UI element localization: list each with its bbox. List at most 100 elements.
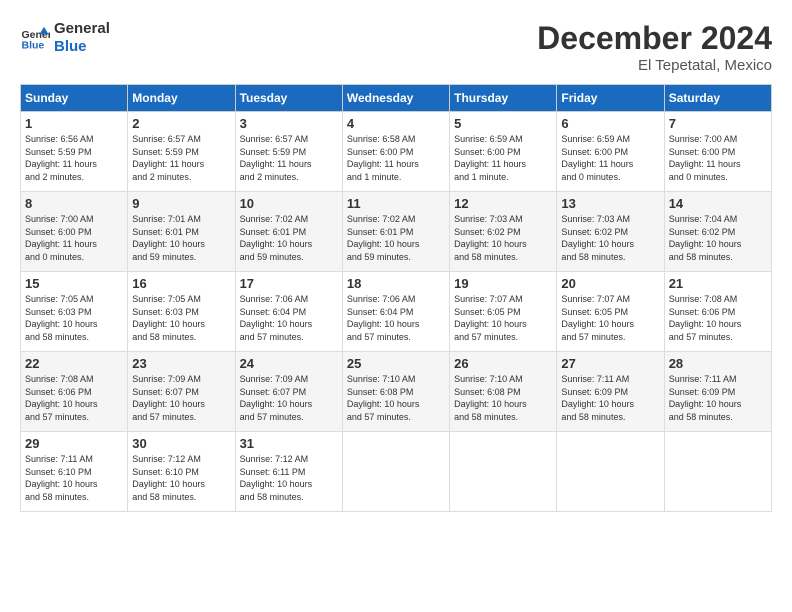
day-info: Sunrise: 7:03 AMSunset: 6:02 PMDaylight:… <box>454 213 552 263</box>
day-info: Sunrise: 7:05 AMSunset: 6:03 PMDaylight:… <box>25 293 123 343</box>
table-cell: 24 Sunrise: 7:09 AMSunset: 6:07 PMDayligh… <box>235 352 342 432</box>
day-info: Sunrise: 7:00 AMSunset: 6:00 PMDaylight:… <box>669 133 767 183</box>
day-number: 15 <box>25 276 123 291</box>
day-info: Sunrise: 7:11 AMSunset: 6:09 PMDaylight:… <box>561 373 659 423</box>
table-cell: 14Sunrise: 7:04 AMSunset: 6:02 PMDayligh… <box>664 192 771 272</box>
day-number: 19 <box>454 276 552 291</box>
calendar-row: 22 Sunrise: 7:08 AMSunset: 6:06 PMDayligh… <box>21 352 772 432</box>
table-cell: 19Sunrise: 7:07 AMSunset: 6:05 PMDayligh… <box>450 272 557 352</box>
day-info: Sunrise: 7:07 AMSunset: 6:05 PMDaylight:… <box>561 293 659 343</box>
svg-text:Blue: Blue <box>22 40 45 52</box>
calendar-table: Sunday Monday Tuesday Wednesday Thursday… <box>20 84 772 512</box>
table-cell: 22 Sunrise: 7:08 AMSunset: 6:06 PMDayligh… <box>21 352 128 432</box>
table-cell: 27 Sunrise: 7:11 AMSunset: 6:09 PMDayligh… <box>557 352 664 432</box>
logo: General Blue GeneralBlue <box>20 20 110 56</box>
day-number: 10 <box>240 196 338 211</box>
table-cell: 15 Sunrise: 7:05 AMSunset: 6:03 PMDayligh… <box>21 272 128 352</box>
day-number: 16 <box>132 276 230 291</box>
day-number: 4 <box>347 116 445 131</box>
day-info: Sunrise: 7:06 AMSunset: 6:04 PMDaylight:… <box>347 293 445 343</box>
day-number: 27 <box>561 356 659 371</box>
day-info: Sunrise: 7:10 AMSunset: 6:08 PMDaylight:… <box>454 373 552 423</box>
day-number: 29 <box>25 436 123 451</box>
day-number: 3 <box>240 116 338 131</box>
table-cell: 26 Sunrise: 7:10 AMSunset: 6:08 PMDayligh… <box>450 352 557 432</box>
table-cell: 5 Sunrise: 6:59 AMSunset: 6:00 PMDaylight… <box>450 112 557 192</box>
day-number: 23 <box>132 356 230 371</box>
table-cell: 29 Sunrise: 7:11 AMSunset: 6:10 PMDayligh… <box>21 432 128 512</box>
day-number: 2 <box>132 116 230 131</box>
col-tuesday: Tuesday <box>235 85 342 112</box>
day-number: 11 <box>347 196 445 211</box>
day-number: 5 <box>454 116 552 131</box>
day-info: Sunrise: 7:09 AMSunset: 6:07 PMDaylight:… <box>132 373 230 423</box>
table-cell: 4 Sunrise: 6:58 AMSunset: 6:00 PMDaylight… <box>342 112 449 192</box>
table-cell: 7Sunrise: 7:00 AMSunset: 6:00 PMDaylight… <box>664 112 771 192</box>
table-cell: 18 Sunrise: 7:06 AMSunset: 6:04 PMDayligh… <box>342 272 449 352</box>
col-thursday: Thursday <box>450 85 557 112</box>
day-info: Sunrise: 6:57 AMSunset: 5:59 PMDaylight:… <box>132 133 230 183</box>
day-number: 20 <box>561 276 659 291</box>
day-info: Sunrise: 7:00 AMSunset: 6:00 PMDaylight:… <box>25 213 123 263</box>
day-number: 13 <box>561 196 659 211</box>
table-cell: 23 Sunrise: 7:09 AMSunset: 6:07 PMDayligh… <box>128 352 235 432</box>
table-cell: 6Sunrise: 6:59 AMSunset: 6:00 PMDaylight… <box>557 112 664 192</box>
page-header: General Blue GeneralBlue December 2024 E… <box>20 20 772 74</box>
day-info: Sunrise: 7:08 AMSunset: 6:06 PMDaylight:… <box>669 293 767 343</box>
table-cell: 20 Sunrise: 7:07 AMSunset: 6:05 PMDayligh… <box>557 272 664 352</box>
day-number: 18 <box>347 276 445 291</box>
calendar-body: 1Sunrise: 6:56 AMSunset: 5:59 PMDaylight… <box>21 112 772 512</box>
table-cell <box>557 432 664 512</box>
logo-icon: General Blue <box>20 23 50 53</box>
day-info: Sunrise: 7:03 AMSunset: 6:02 PMDaylight:… <box>561 213 659 263</box>
table-cell: 13 Sunrise: 7:03 AMSunset: 6:02 PMDayligh… <box>557 192 664 272</box>
table-cell: 3 Sunrise: 6:57 AMSunset: 5:59 PMDaylight… <box>235 112 342 192</box>
day-info: Sunrise: 7:06 AMSunset: 6:04 PMDaylight:… <box>240 293 338 343</box>
day-number: 24 <box>240 356 338 371</box>
table-cell <box>450 432 557 512</box>
table-cell: 21 Sunrise: 7:08 AMSunset: 6:06 PMDayligh… <box>664 272 771 352</box>
table-cell: 8Sunrise: 7:00 AMSunset: 6:00 PMDaylight… <box>21 192 128 272</box>
table-cell: 1Sunrise: 6:56 AMSunset: 5:59 PMDaylight… <box>21 112 128 192</box>
table-cell: 16Sunrise: 7:05 AMSunset: 6:03 PMDayligh… <box>128 272 235 352</box>
table-cell: 31Sunrise: 7:12 AMSunset: 6:11 PMDayligh… <box>235 432 342 512</box>
calendar-row: 1Sunrise: 6:56 AMSunset: 5:59 PMDaylight… <box>21 112 772 192</box>
day-number: 14 <box>669 196 767 211</box>
table-cell: 9 Sunrise: 7:01 AMSunset: 6:01 PMDaylight… <box>128 192 235 272</box>
day-info: Sunrise: 7:12 AMSunset: 6:10 PMDaylight:… <box>132 453 230 503</box>
day-number: 28 <box>669 356 767 371</box>
day-number: 31 <box>240 436 338 451</box>
table-cell: 12 Sunrise: 7:03 AMSunset: 6:02 PMDayligh… <box>450 192 557 272</box>
day-number: 22 <box>25 356 123 371</box>
day-info: Sunrise: 7:11 AMSunset: 6:10 PMDaylight:… <box>25 453 123 503</box>
title-section: December 2024 El Tepetatal, Mexico <box>537 20 772 74</box>
day-number: 17 <box>240 276 338 291</box>
day-info: Sunrise: 7:08 AMSunset: 6:06 PMDaylight:… <box>25 373 123 423</box>
day-number: 1 <box>25 116 123 131</box>
col-friday: Friday <box>557 85 664 112</box>
day-info: Sunrise: 6:59 AMSunset: 6:00 PMDaylight:… <box>561 133 659 183</box>
col-saturday: Saturday <box>664 85 771 112</box>
calendar-header: Sunday Monday Tuesday Wednesday Thursday… <box>21 85 772 112</box>
day-info: Sunrise: 7:02 AMSunset: 6:01 PMDaylight:… <box>240 213 338 263</box>
table-cell: 17 Sunrise: 7:06 AMSunset: 6:04 PMDayligh… <box>235 272 342 352</box>
day-info: Sunrise: 7:09 AMSunset: 6:07 PMDaylight:… <box>240 373 338 423</box>
day-info: Sunrise: 6:59 AMSunset: 6:00 PMDaylight:… <box>454 133 552 183</box>
table-cell <box>664 432 771 512</box>
day-number: 26 <box>454 356 552 371</box>
table-cell: 2 Sunrise: 6:57 AMSunset: 5:59 PMDaylight… <box>128 112 235 192</box>
calendar-row: 29 Sunrise: 7:11 AMSunset: 6:10 PMDayligh… <box>21 432 772 512</box>
day-number: 21 <box>669 276 767 291</box>
day-info: Sunrise: 6:58 AMSunset: 6:00 PMDaylight:… <box>347 133 445 183</box>
day-info: Sunrise: 6:57 AMSunset: 5:59 PMDaylight:… <box>240 133 338 183</box>
day-info: Sunrise: 7:10 AMSunset: 6:08 PMDaylight:… <box>347 373 445 423</box>
col-wednesday: Wednesday <box>342 85 449 112</box>
calendar-row: 15 Sunrise: 7:05 AMSunset: 6:03 PMDayligh… <box>21 272 772 352</box>
calendar-title: December 2024 <box>537 20 772 57</box>
day-number: 9 <box>132 196 230 211</box>
day-info: Sunrise: 7:01 AMSunset: 6:01 PMDaylight:… <box>132 213 230 263</box>
table-cell <box>342 432 449 512</box>
day-number: 12 <box>454 196 552 211</box>
logo-text: GeneralBlue <box>54 20 110 56</box>
col-monday: Monday <box>128 85 235 112</box>
